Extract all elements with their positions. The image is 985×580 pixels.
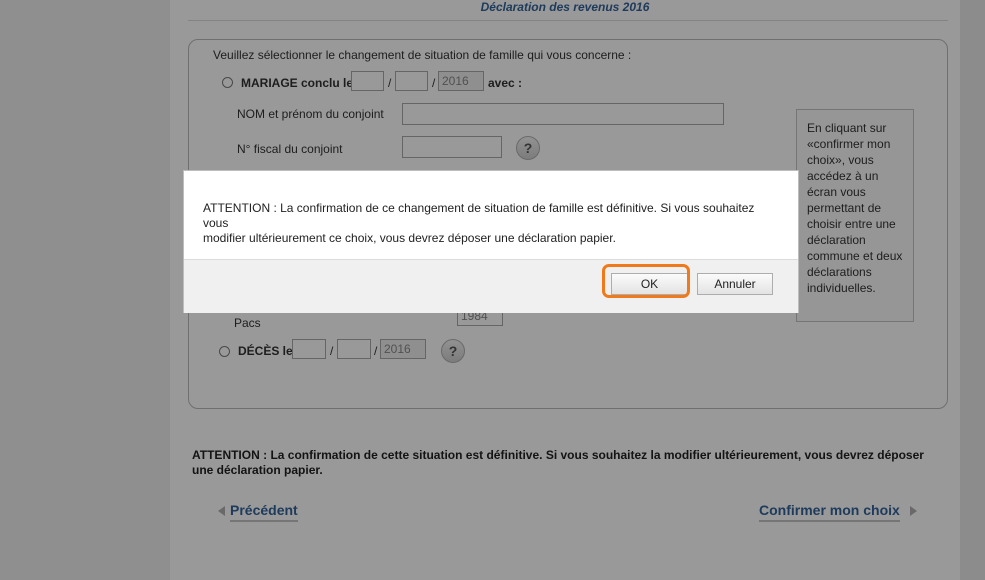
confirmation-dialog: ATTENTION : La confirmation de ce change… [183,170,799,313]
dialog-message: ATTENTION : La confirmation de ce change… [203,201,755,245]
ok-button-focus-ring [602,264,690,298]
dialog-footer: OK Annuler [184,259,798,313]
cancel-button[interactable]: Annuler [697,273,773,295]
